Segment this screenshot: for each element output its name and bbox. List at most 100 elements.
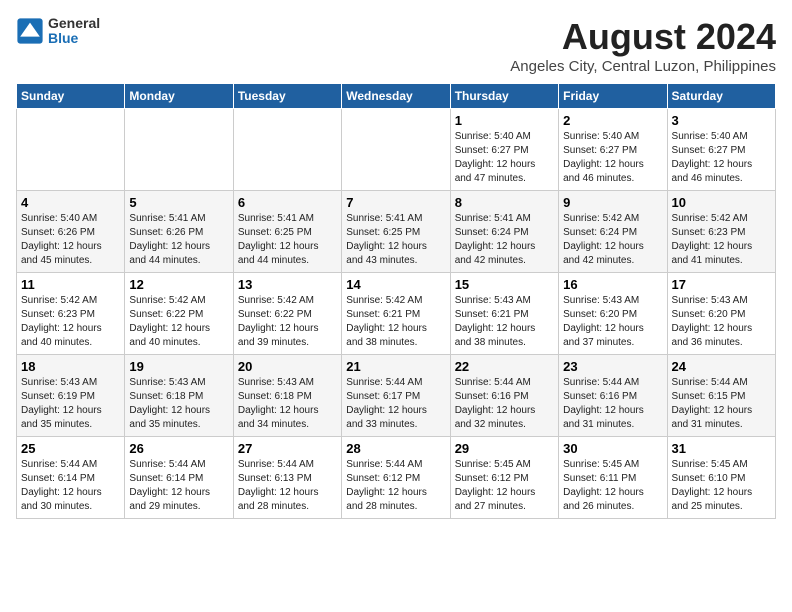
day-number: 3 (672, 113, 771, 128)
day-info: Sunrise: 5:44 AM Sunset: 6:16 PM Dayligh… (563, 376, 662, 432)
day-number: 7 (346, 195, 445, 210)
day-info: Sunrise: 5:42 AM Sunset: 6:21 PM Dayligh… (346, 294, 445, 350)
day-info: Sunrise: 5:40 AM Sunset: 6:26 PM Dayligh… (21, 212, 120, 268)
day-info: Sunrise: 5:41 AM Sunset: 6:25 PM Dayligh… (238, 212, 337, 268)
calendar-cell-0-4: 1Sunrise: 5:40 AM Sunset: 6:27 PM Daylig… (450, 109, 558, 191)
calendar-cell-4-6: 31Sunrise: 5:45 AM Sunset: 6:10 PM Dayli… (667, 437, 775, 519)
calendar-cell-0-6: 3 Sunrise: 5:40 AM Sunset: 6:27 PM Daylig… (667, 109, 775, 191)
calendar-cell-2-0: 11Sunrise: 5:42 AM Sunset: 6:23 PM Dayli… (17, 273, 125, 355)
day-number: 23 (563, 359, 662, 374)
logo-general: General (48, 16, 100, 31)
day-number: 22 (455, 359, 554, 374)
day-info: Sunrise: 5:43 AM Sunset: 6:20 PM Dayligh… (563, 294, 662, 350)
logo: General Blue (16, 16, 100, 47)
header-wednesday: Wednesday (342, 84, 450, 109)
calendar-cell-1-6: 10 Sunrise: 5:42 AM Sunset: 6:23 PM Dayli… (667, 191, 775, 273)
calendar-cell-3-0: 18Sunrise: 5:43 AM Sunset: 6:19 PM Dayli… (17, 355, 125, 437)
day-info: Sunrise: 5:44 AM Sunset: 6:13 PM Dayligh… (238, 458, 337, 514)
day-info: Sunrise: 5:43 AM Sunset: 6:18 PM Dayligh… (129, 376, 228, 432)
day-number: 24 (672, 359, 771, 374)
day-info: Sunrise: 5:41 AM Sunset: 6:24 PM Dayligh… (455, 212, 554, 268)
header-monday: Monday (125, 84, 233, 109)
subtitle: Angeles City, Central Luzon, Philippines (510, 58, 776, 75)
header-tuesday: Tuesday (233, 84, 341, 109)
day-info: Sunrise: 5:44 AM Sunset: 6:15 PM Dayligh… (672, 376, 771, 432)
header-friday: Friday (559, 84, 667, 109)
day-number: 4 (21, 195, 120, 210)
title-area: August 2024 Angeles City, Central Luzon,… (510, 16, 776, 75)
day-info: Sunrise: 5:43 AM Sunset: 6:18 PM Dayligh… (238, 376, 337, 432)
calendar-cell-0-1 (125, 109, 233, 191)
calendar-cell-3-5: 23 Sunrise: 5:44 AM Sunset: 6:16 PM Dayli… (559, 355, 667, 437)
calendar-cell-0-2 (233, 109, 341, 191)
day-number: 30 (563, 441, 662, 456)
day-number: 17 (672, 277, 771, 292)
day-number: 10 (672, 195, 771, 210)
day-number: 28 (346, 441, 445, 456)
calendar-cell-3-3: 21Sunrise: 5:44 AM Sunset: 6:17 PM Dayli… (342, 355, 450, 437)
week-row-1: 1Sunrise: 5:40 AM Sunset: 6:27 PM Daylig… (17, 109, 776, 191)
day-info: Sunrise: 5:42 AM Sunset: 6:24 PM Dayligh… (563, 212, 662, 268)
day-number: 16 (563, 277, 662, 292)
main-title: August 2024 (510, 16, 776, 58)
day-info: Sunrise: 5:42 AM Sunset: 6:22 PM Dayligh… (238, 294, 337, 350)
calendar-cell-1-0: 4 Sunrise: 5:40 AM Sunset: 6:26 PM Daylig… (17, 191, 125, 273)
calendar-cell-1-3: 7Sunrise: 5:41 AM Sunset: 6:25 PM Daylig… (342, 191, 450, 273)
day-number: 13 (238, 277, 337, 292)
day-number: 12 (129, 277, 228, 292)
logo-icon (16, 17, 44, 45)
day-info: Sunrise: 5:43 AM Sunset: 6:20 PM Dayligh… (672, 294, 771, 350)
calendar-cell-1-5: 9Sunrise: 5:42 AM Sunset: 6:24 PM Daylig… (559, 191, 667, 273)
day-number: 8 (455, 195, 554, 210)
day-number: 15 (455, 277, 554, 292)
day-info: Sunrise: 5:44 AM Sunset: 6:12 PM Dayligh… (346, 458, 445, 514)
header-saturday: Saturday (667, 84, 775, 109)
day-info: Sunrise: 5:42 AM Sunset: 6:23 PM Dayligh… (672, 212, 771, 268)
week-row-3: 11Sunrise: 5:42 AM Sunset: 6:23 PM Dayli… (17, 273, 776, 355)
calendar-cell-2-2: 13 Sunrise: 5:42 AM Sunset: 6:22 PM Dayli… (233, 273, 341, 355)
day-number: 29 (455, 441, 554, 456)
calendar-cell-4-0: 25 Sunrise: 5:44 AM Sunset: 6:14 PM Dayli… (17, 437, 125, 519)
calendar-cell-1-4: 8 Sunrise: 5:41 AM Sunset: 6:24 PM Daylig… (450, 191, 558, 273)
day-number: 5 (129, 195, 228, 210)
logo-blue: Blue (48, 31, 100, 46)
day-number: 19 (129, 359, 228, 374)
day-info: Sunrise: 5:42 AM Sunset: 6:23 PM Dayligh… (21, 294, 120, 350)
day-info: Sunrise: 5:45 AM Sunset: 6:12 PM Dayligh… (455, 458, 554, 514)
day-number: 20 (238, 359, 337, 374)
day-info: Sunrise: 5:40 AM Sunset: 6:27 PM Dayligh… (455, 130, 554, 186)
day-number: 26 (129, 441, 228, 456)
calendar-cell-2-5: 16 Sunrise: 5:43 AM Sunset: 6:20 PM Dayli… (559, 273, 667, 355)
day-number: 2 (563, 113, 662, 128)
calendar-cell-3-6: 24 Sunrise: 5:44 AM Sunset: 6:15 PM Dayli… (667, 355, 775, 437)
day-info: Sunrise: 5:40 AM Sunset: 6:27 PM Dayligh… (672, 130, 771, 186)
calendar-cell-4-1: 26 Sunrise: 5:44 AM Sunset: 6:14 PM Dayli… (125, 437, 233, 519)
calendar-header: Sunday Monday Tuesday Wednesday Thursday… (17, 84, 776, 109)
day-info: Sunrise: 5:44 AM Sunset: 6:14 PM Dayligh… (21, 458, 120, 514)
day-info: Sunrise: 5:44 AM Sunset: 6:14 PM Dayligh… (129, 458, 228, 514)
calendar-cell-2-6: 17 Sunrise: 5:43 AM Sunset: 6:20 PM Dayli… (667, 273, 775, 355)
week-row-4: 18Sunrise: 5:43 AM Sunset: 6:19 PM Dayli… (17, 355, 776, 437)
calendar-cell-2-3: 14Sunrise: 5:42 AM Sunset: 6:21 PM Dayli… (342, 273, 450, 355)
day-number: 6 (238, 195, 337, 210)
day-number: 27 (238, 441, 337, 456)
calendar-cell-1-2: 6 Sunrise: 5:41 AM Sunset: 6:25 PM Daylig… (233, 191, 341, 273)
week-row-5: 25 Sunrise: 5:44 AM Sunset: 6:14 PM Dayli… (17, 437, 776, 519)
calendar-cell-0-0 (17, 109, 125, 191)
day-number: 31 (672, 441, 771, 456)
day-info: Sunrise: 5:43 AM Sunset: 6:21 PM Dayligh… (455, 294, 554, 350)
day-number: 21 (346, 359, 445, 374)
day-info: Sunrise: 5:44 AM Sunset: 6:16 PM Dayligh… (455, 376, 554, 432)
calendar-cell-0-5: 2Sunrise: 5:40 AM Sunset: 6:27 PM Daylig… (559, 109, 667, 191)
calendar-table: Sunday Monday Tuesday Wednesday Thursday… (16, 83, 776, 519)
day-number: 18 (21, 359, 120, 374)
page-header: General Blue August 2024 Angeles City, C… (16, 16, 776, 75)
calendar-body: 1Sunrise: 5:40 AM Sunset: 6:27 PM Daylig… (17, 109, 776, 519)
calendar-cell-0-3 (342, 109, 450, 191)
week-row-2: 4 Sunrise: 5:40 AM Sunset: 6:26 PM Daylig… (17, 191, 776, 273)
day-info: Sunrise: 5:45 AM Sunset: 6:11 PM Dayligh… (563, 458, 662, 514)
calendar-cell-4-5: 30 Sunrise: 5:45 AM Sunset: 6:11 PM Dayli… (559, 437, 667, 519)
day-number: 25 (21, 441, 120, 456)
header-sunday: Sunday (17, 84, 125, 109)
header-thursday: Thursday (450, 84, 558, 109)
